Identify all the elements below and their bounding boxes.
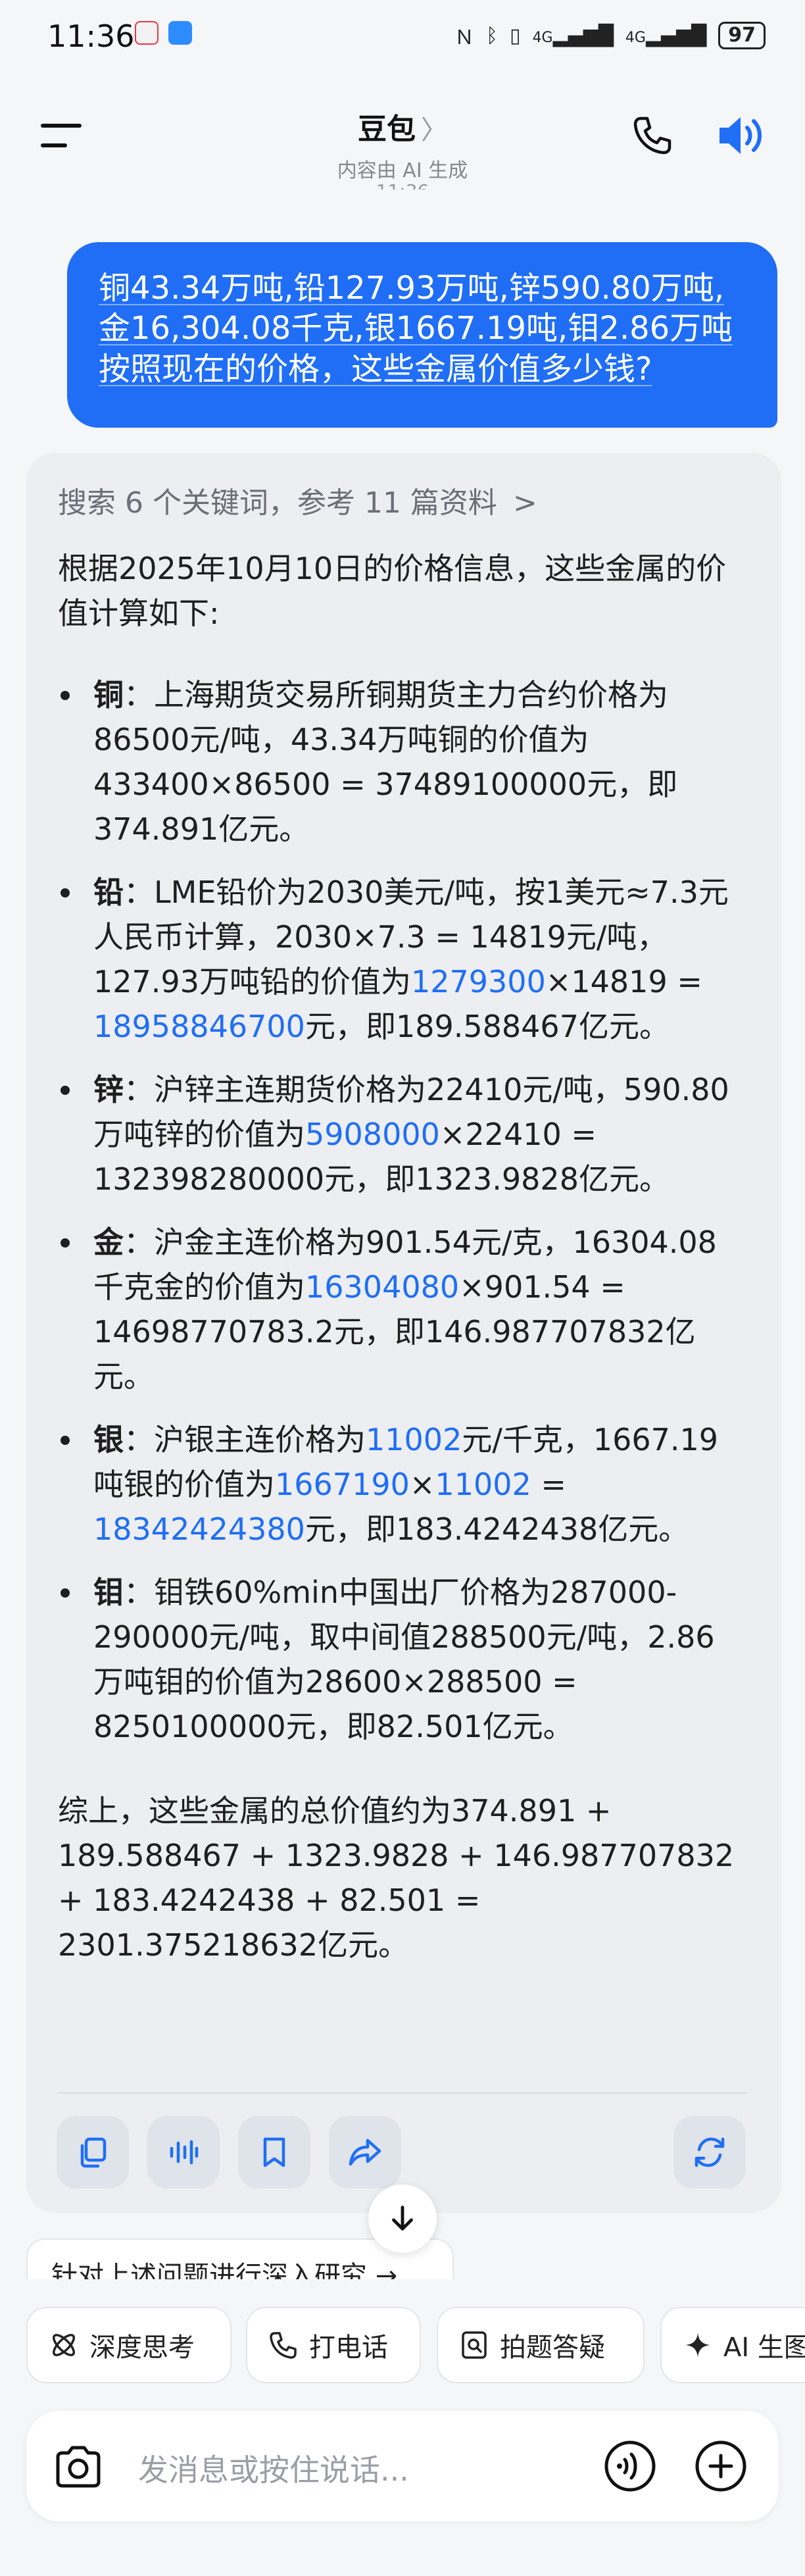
share-icon [349, 2138, 381, 2166]
calendar-notification-icon [135, 21, 159, 45]
vibrate-icon: ▯ [510, 24, 521, 47]
metal-name: 金 [93, 1225, 124, 1260]
signal-a-label: 4G [532, 29, 553, 46]
sparkle-icon [685, 2333, 710, 2358]
metal-detail: 元，即189.588467亿元。 [305, 1009, 670, 1044]
metal-name: 钼 [93, 1575, 124, 1610]
metal-name: 铜 [93, 677, 124, 713]
read-aloud-button[interactable] [147, 2116, 220, 2188]
battery-indicator: 97 [718, 22, 766, 49]
list-item-gold: 金：沪金主连价格为901.54元/克，16304.08千克金的价值为163040… [58, 1220, 742, 1399]
photo-qa-label: 拍题答疑 [500, 2333, 605, 2363]
scan-question-icon [462, 2331, 487, 2359]
deep-think-button[interactable]: 深度思考 [26, 2307, 232, 2383]
signal-b-label: 4G [625, 29, 646, 46]
answer-body: 根据2025年10月10日的价格信息，这些金属的价值计算如下: 铜：上海期货交易… [58, 546, 742, 2004]
metal-detail: × [409, 1467, 435, 1502]
metal-detail: ×14819 = [545, 964, 702, 999]
bluetooth-icon: ᛒ [486, 24, 499, 47]
search-references-link[interactable]: 搜索 6 个关键词，参考 11 篇资料 > [58, 479, 537, 521]
chevron-right-icon: > [512, 486, 537, 520]
phone-number-link[interactable]: 1667190 [275, 1467, 410, 1502]
copy-icon [80, 2137, 107, 2168]
list-item-lead: 铅：LME铅价为2030美元/吨，按1美元≈7.3元人民币计算，2030×7.3… [58, 870, 742, 1049]
call-label: 打电话 [309, 2333, 388, 2363]
answer-intro: 根据2025年10月10日的价格信息，这些金属的价值计算如下: [58, 551, 727, 631]
bookmark-icon [263, 2137, 285, 2167]
phone-number-link[interactable]: 5908000 [305, 1117, 440, 1152]
refresh-icon [695, 2137, 725, 2167]
phone-number-link[interactable]: 16304080 [305, 1269, 459, 1305]
nfc-icon: Ｎ [454, 26, 475, 49]
ai-disclaimer: 内容由 AI 生成 [337, 159, 468, 182]
metal-detail: ：钼铁60%min中国出厂价格为287000-290000元/吨，取中间值288… [93, 1575, 715, 1744]
metal-detail: = [531, 1467, 566, 1502]
user-message-bubble[interactable]: 铜43.34万吨,铅127.93万吨,锌590.80万吨, 金16,304.08… [67, 242, 777, 428]
weather-notification-icon [168, 21, 192, 45]
phone-icon [270, 2332, 297, 2359]
ai-image-label: AI 生图 [723, 2333, 805, 2363]
phone-call-icon[interactable] [631, 114, 673, 157]
call-button[interactable]: 打电话 [246, 2307, 421, 2383]
voice-input-icon[interactable] [602, 2438, 658, 2494]
list-item-zinc: 锌：沪锌主连期货价格为22410元/吨，590.80万吨锌的价值为5908000… [58, 1067, 742, 1201]
user-message-line: 按照现在的价格，这些金属价值多少钱? [99, 350, 652, 388]
arrow-down-icon [392, 2206, 413, 2231]
signal-b-icon: 4G▂▄▆█ [625, 24, 707, 47]
signal-a-icon: 4G▂▄▆█ [532, 24, 614, 47]
metal-name: 铅 [93, 874, 124, 910]
metal-detail: ：沪银主连价格为 [124, 1422, 366, 1457]
metal-name: 银 [93, 1422, 124, 1457]
atom-icon [53, 2334, 75, 2356]
divider [58, 2092, 747, 2094]
scroll-to-bottom-button[interactable] [368, 2185, 437, 2253]
metal-detail: 元，即183.4242438亿元。 [305, 1511, 689, 1547]
chat-header: 豆包〉 内容由 AI 生成 11:36 [0, 74, 805, 192]
list-item-copper: 铜：上海期货交易所铜期货主力合约价格为86500元/吨，43.34万吨铜的价值为… [58, 672, 742, 851]
phone-number-link[interactable]: 11002 [366, 1422, 462, 1457]
list-item-molybdenum: 钼：钼铁60%min中国出厂价格为287000-290000元/吨，取中间值28… [58, 1570, 742, 1749]
message-input[interactable]: 发消息或按住说话... [138, 2446, 409, 2490]
bookmark-button[interactable] [238, 2116, 310, 2188]
page-title: 豆包 [358, 113, 416, 146]
search-references-label: 搜索 6 个关键词，参考 11 篇资料 [58, 486, 497, 520]
message-timestamp: 11:36 [0, 180, 805, 189]
status-time: 11:36 [47, 18, 135, 54]
phone-number-link[interactable]: 18958846700 [93, 1009, 305, 1044]
metal-value-list: 铜：上海期货交易所铜期货主力合约价格为86500元/吨，43.34万吨铜的价值为… [58, 672, 742, 1749]
share-button[interactable] [329, 2116, 401, 2188]
copy-button[interactable] [57, 2116, 129, 2188]
chevron-right-icon: 〉 [421, 115, 447, 145]
camera-icon[interactable] [53, 2444, 104, 2490]
plus-icon[interactable] [693, 2438, 748, 2494]
phone-number-link[interactable]: 18342424380 [93, 1511, 305, 1547]
speaker-icon[interactable] [717, 112, 767, 159]
ai-image-button[interactable]: AI 生图 [660, 2307, 805, 2383]
answer-summary: 综上，这些金属的总价值约为374.891 + 189.588467 + 1323… [58, 1793, 735, 1963]
sound-wave-icon [170, 2140, 199, 2165]
status-icons: Ｎ ᛒ ▯ 4G▂▄▆█ 4G▂▄▆█ 97 [454, 21, 766, 50]
user-message-line: 金16,304.08千克,银1667.19吨,钼2.86万吨 [99, 310, 733, 347]
metal-name: 锌 [93, 1072, 124, 1107]
phone-number-link[interactable]: 1279300 [411, 964, 546, 999]
list-item-silver: 银：沪银主连价格为11002元/千克，1667.19吨银的价值为1667190×… [58, 1417, 742, 1552]
photo-qa-button[interactable]: 拍题答疑 [437, 2307, 645, 2383]
metal-detail: ：上海期货交易所铜期货主力合约价格为86500元/吨，43.34万吨铜的价值为4… [93, 677, 678, 847]
title-block[interactable]: 豆包〉 内容由 AI 生成 [0, 105, 805, 183]
regenerate-button[interactable] [673, 2116, 746, 2188]
phone-number-link[interactable]: 11002 [435, 1467, 531, 1502]
user-message-line: 铜43.34万吨,铅127.93万吨,锌590.80万吨, [99, 270, 725, 307]
deep-think-label: 深度思考 [89, 2333, 195, 2363]
